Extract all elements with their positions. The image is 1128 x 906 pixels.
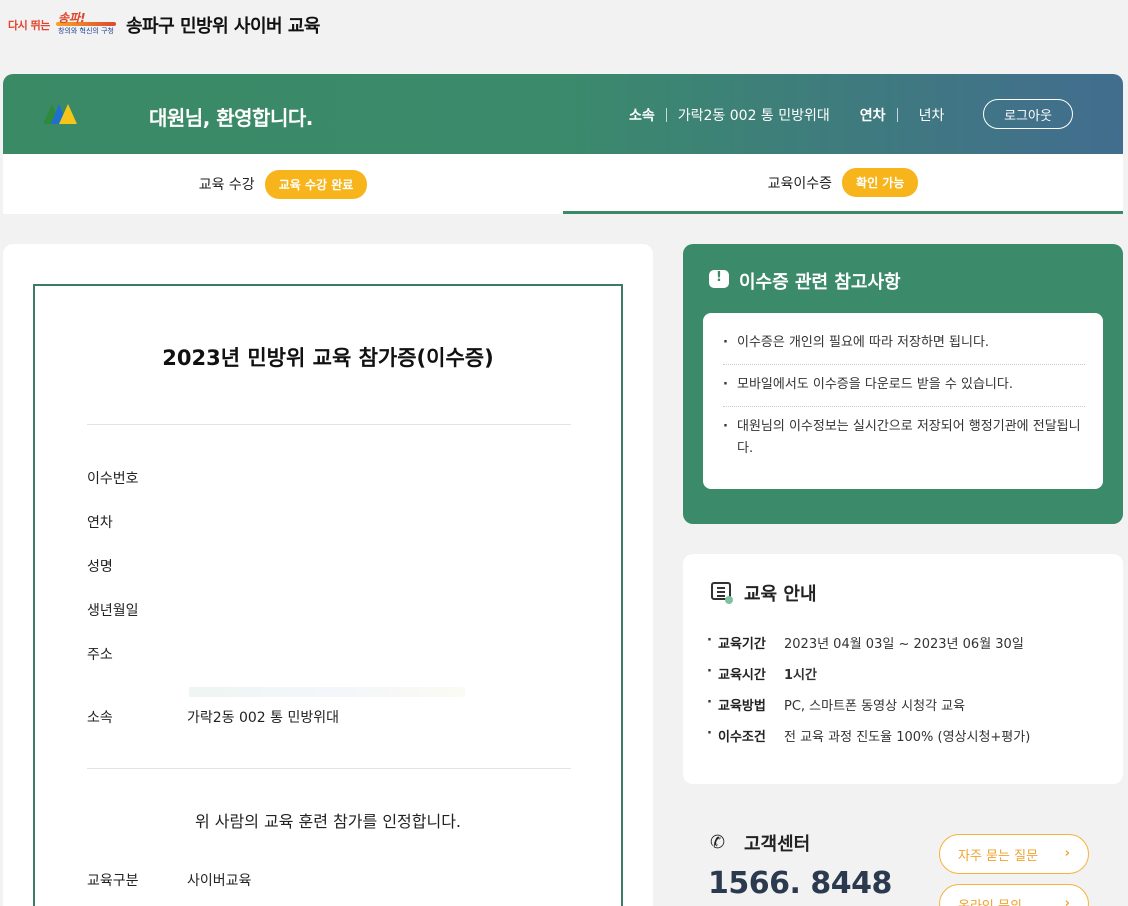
affiliation-value: 가락2동 002 통 민방위대: [677, 108, 830, 124]
certificate-notice-card: 이수증 관련 참고사항 이수증은 개인의 필요에 따라 저장하면 됩니다. 모바…: [683, 244, 1123, 524]
logo-text-3: 창의와 혁신의 구청: [58, 27, 114, 35]
divider: [896, 108, 898, 122]
field-label: 소속: [87, 710, 113, 726]
chevron-right-icon: ›: [1064, 896, 1070, 906]
row-value: PC, 스마트폰 동영상 시청각 교육: [784, 699, 966, 714]
field-label: 성명: [87, 559, 113, 575]
logout-button[interactable]: 로그아웃: [983, 99, 1073, 129]
row-value: 1시간: [784, 668, 817, 683]
education-info-title: 교육 안내: [744, 584, 817, 605]
field-label: 연차: [87, 515, 113, 531]
certificate-panel: 2023년 민방위 교육 참가증(이수증) 이수번호 연차 성명 생년월일 주소…: [3, 244, 653, 906]
tab-certificate-label: 교육이수증: [767, 175, 833, 192]
education-info-card: 교육 안내 교육기간 2023년 04월 03일 ~ 2023년 06월 30일…: [683, 554, 1123, 784]
year-value: 년차: [918, 108, 945, 124]
main-tabs: 교육 수강 교육 수강 완료 교육이수증 확인 가능: [3, 154, 1123, 214]
field-value: 사이버교육: [187, 873, 252, 889]
affiliation-label: 소속: [629, 108, 655, 124]
field-label: 교육구분: [87, 873, 139, 889]
user-info: 소속 가락2동 002 통 민방위대 연차 년차: [629, 105, 944, 125]
certificate-available-badge: 확인 가능: [842, 168, 919, 197]
divider: [87, 424, 571, 425]
customer-center-title: 고객센터: [744, 834, 811, 855]
row-label: 교육기간: [718, 637, 766, 652]
user-header: 대원님, 환영합니다. 소속 가락2동 002 통 민방위대 연차 년차 로그아…: [3, 74, 1123, 154]
cert-field-year: 연차: [87, 512, 113, 532]
faq-button-label: 자주 묻는 질문: [958, 848, 1039, 864]
year-label: 연차: [859, 108, 886, 124]
logo-text-1: 다시 뛰는: [8, 19, 50, 32]
tab-course[interactable]: 교육 수강 교육 수강 완료: [3, 154, 563, 214]
row-value: 2023년 04월 03일 ~ 2023년 06월 30일: [784, 637, 1024, 652]
inquiry-button-label: 온라인 문의: [958, 898, 1022, 906]
notice-list: 이수증은 개인의 필요에 따라 저장하면 됩니다. 모바일에서도 이수증을 다운…: [703, 313, 1103, 489]
field-value: 가락2동 002 통 민방위대: [187, 710, 340, 726]
cert-field-affiliation: 소속 가락2동 002 통 민방위대: [87, 707, 339, 727]
cert-field-number: 이수번호: [87, 468, 139, 488]
site-title: 송파구 민방위 사이버 교육: [126, 16, 320, 37]
list-item: 이수증은 개인의 필요에 따라 저장하면 됩니다.: [723, 323, 1085, 365]
logo-text-2: 송파!: [58, 11, 86, 25]
top-bar: 다시 뛰는 송파! 창의와 혁신의 구청 송파구 민방위 사이버 교육: [0, 0, 1128, 48]
row-label: 교육방법: [718, 699, 766, 714]
alert-message-icon: [709, 270, 729, 288]
list-item: 모바일에서도 이수증을 다운로드 받을 수 있습니다.: [723, 365, 1085, 407]
cert-field-birthdate: 생년월일: [87, 600, 139, 620]
welcome-message: 대원님, 환영합니다.: [149, 106, 313, 130]
phone-icon: ✆: [710, 832, 726, 853]
tab-certificate[interactable]: 교육이수증 확인 가능: [563, 154, 1123, 214]
notice-title: 이수증 관련 참고사항: [739, 272, 901, 293]
field-label: 주소: [87, 647, 113, 663]
tab-course-label: 교육 수강: [198, 177, 255, 193]
faq-button[interactable]: 자주 묻는 질문 ›: [939, 834, 1089, 874]
certificate-frame: 2023년 민방위 교육 참가증(이수증) 이수번호 연차 성명 생년월일 주소…: [33, 284, 623, 906]
divider: [87, 768, 571, 769]
redacted-address-bar: [189, 687, 465, 697]
course-complete-badge: 교육 수강 완료: [264, 169, 368, 199]
chevron-right-icon: ›: [1064, 846, 1070, 861]
songpa-logo[interactable]: 다시 뛰는 송파! 창의와 혁신의 구청: [8, 9, 116, 39]
cert-field-category: 교육구분 사이버교육: [87, 870, 251, 890]
certificate-confirm-text: 위 사람의 교육 훈련 참가를 인정합니다.: [194, 812, 462, 831]
field-label: 이수번호: [87, 471, 139, 487]
list-item: 대원님의 이수정보는 실시간으로 저장되어 행정기관에 전달됩니다.: [723, 407, 1085, 470]
certificate-title: 2023년 민방위 교육 참가증(이수증): [162, 346, 494, 370]
customer-center-phone: 1566. 8448: [708, 866, 892, 901]
civil-defense-logo-icon: [43, 102, 79, 126]
inquiry-button[interactable]: 온라인 문의 ›: [939, 884, 1089, 906]
newspaper-icon: [711, 582, 733, 604]
row-value: 전 교육 과정 진도율 100% (영상시청+평가): [784, 730, 1031, 745]
divider: [665, 108, 667, 122]
cert-field-name: 성명: [87, 556, 113, 576]
cert-field-address: 주소: [87, 644, 113, 664]
row-label: 이수조건: [718, 730, 766, 745]
row-label: 교육시간: [718, 668, 766, 683]
field-label: 생년월일: [87, 603, 139, 619]
